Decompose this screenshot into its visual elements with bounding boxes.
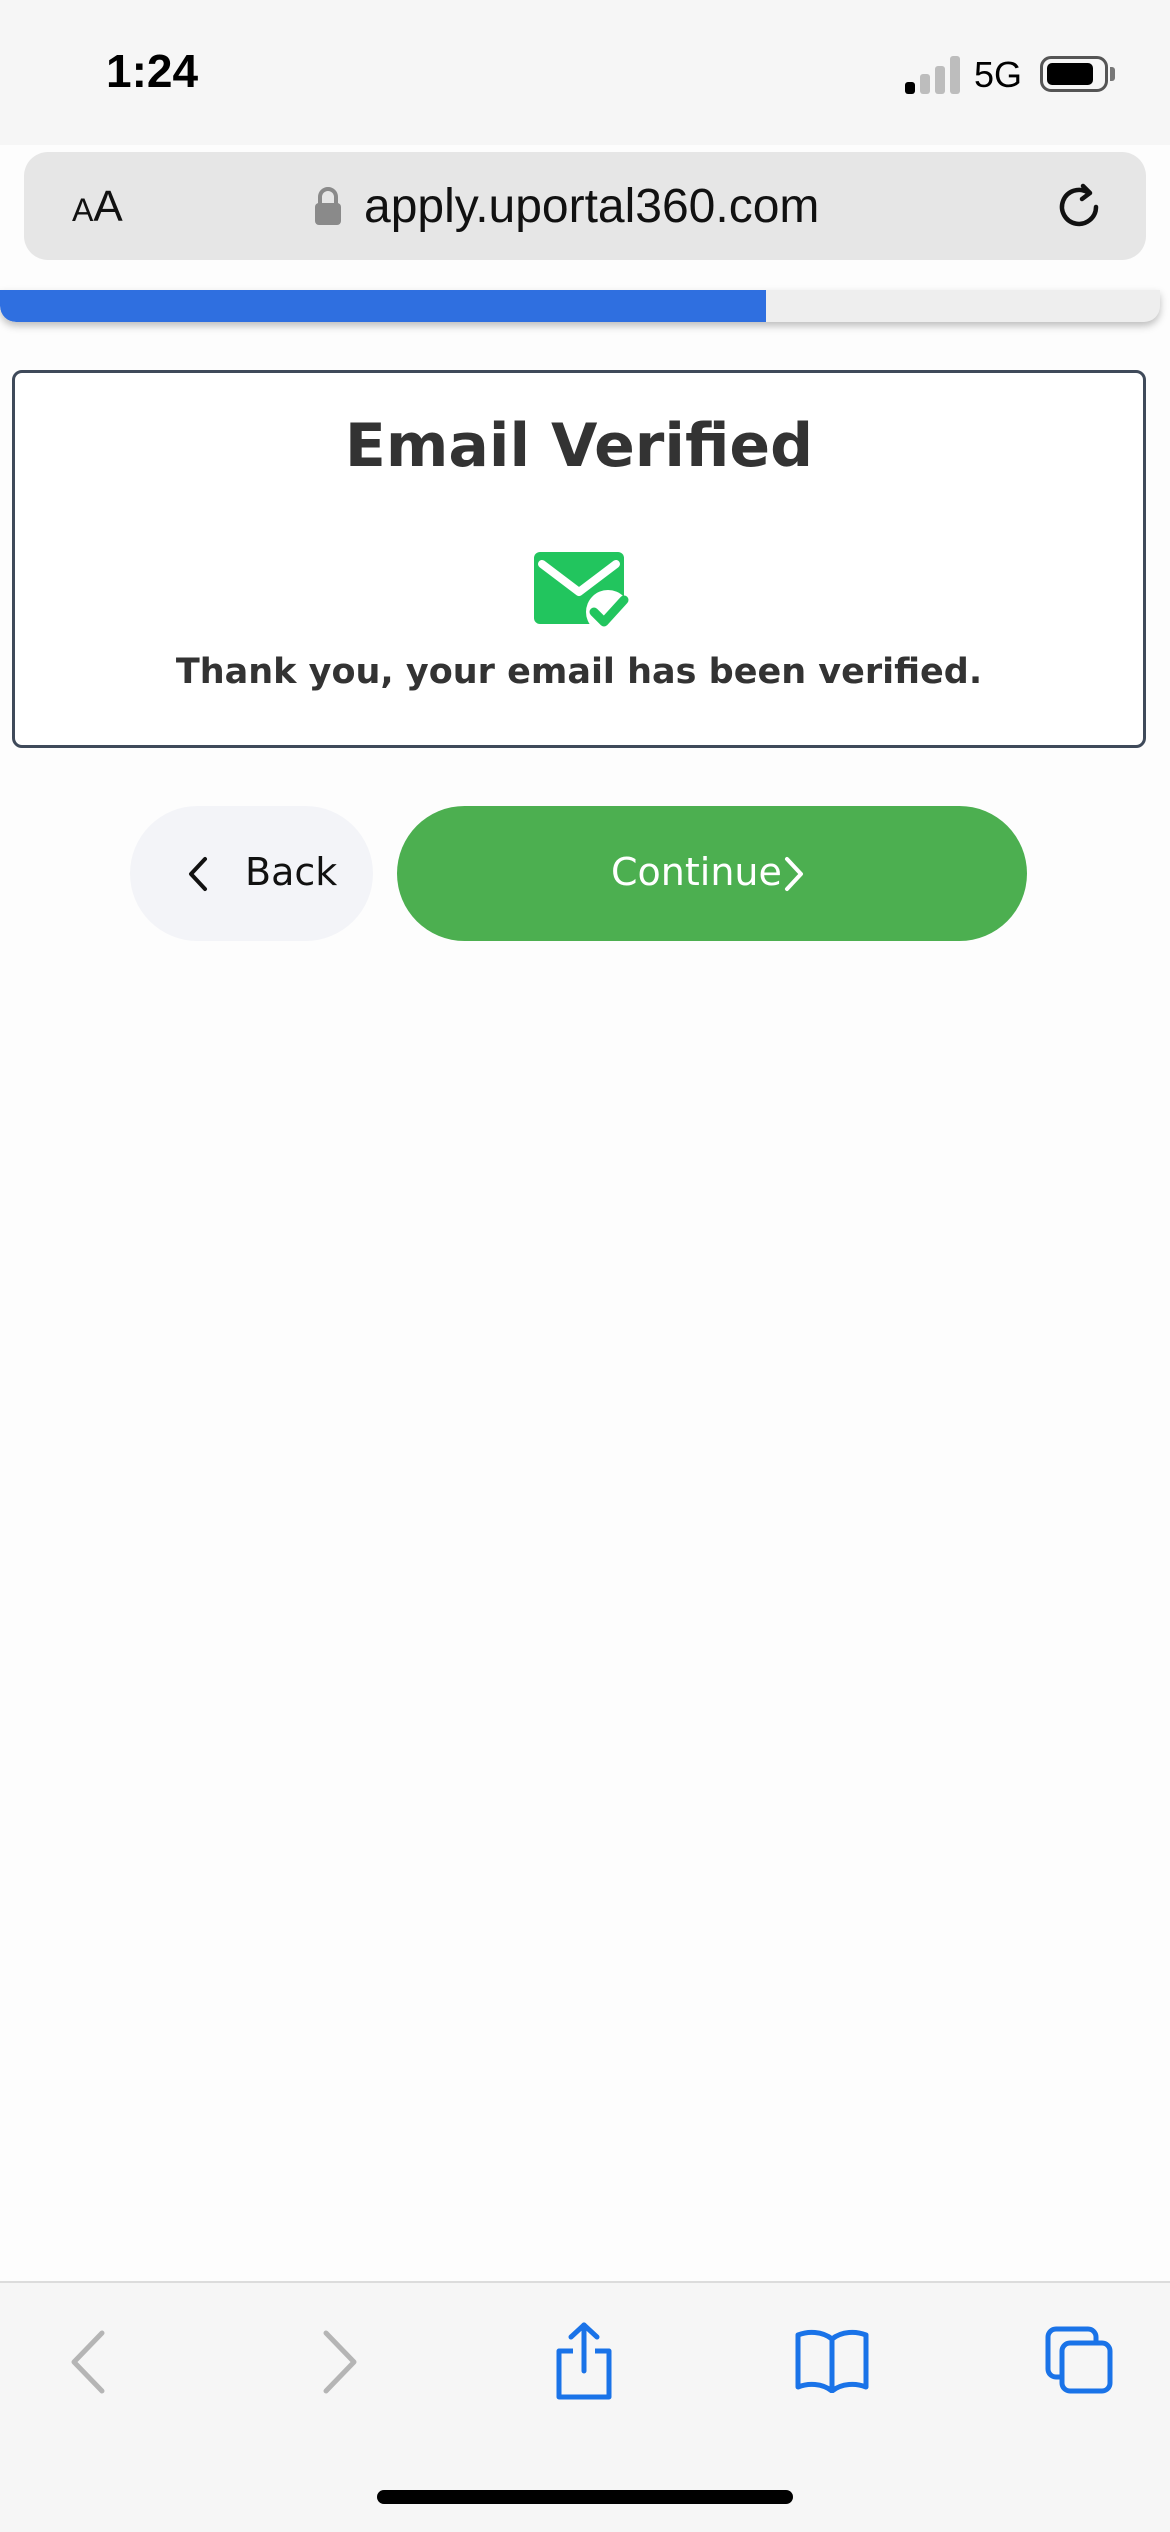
text-size-small-label: A [72, 192, 94, 228]
home-indicator [377, 2490, 793, 2504]
bookmarks-icon[interactable] [794, 2327, 870, 2393]
status-time: 1:24 [106, 45, 199, 97]
battery-tip [1110, 67, 1115, 81]
network-type: 5G [974, 54, 1023, 95]
continue-button-label: Continue [611, 850, 782, 894]
status-bar: 1:24 5G [0, 0, 1170, 145]
back-arrow-icon[interactable] [66, 2327, 110, 2397]
text-size-large-label: A [93, 182, 123, 231]
verification-card: Email Verified Thank you, your email has… [12, 370, 1146, 748]
progress-bar [0, 290, 1160, 322]
chevron-right-icon [785, 857, 803, 891]
text-size-button[interactable]: AA [72, 182, 123, 232]
reload-icon[interactable] [1052, 180, 1106, 234]
progress-fill [0, 290, 766, 322]
battery-icon [1040, 56, 1108, 92]
address-bar[interactable]: AA apply.uportal360.com [24, 152, 1146, 260]
url-text[interactable]: apply.uportal360.com [364, 179, 819, 234]
cellular-signal-icon [905, 56, 961, 94]
tabs-icon[interactable] [1044, 2325, 1116, 2395]
continue-button[interactable]: Continue [397, 806, 1027, 941]
forward-arrow-icon[interactable] [318, 2327, 362, 2397]
back-button[interactable]: Back [130, 806, 373, 941]
card-title: Email Verified [344, 411, 814, 481]
card-message: Thank you, your email has been verified. [175, 652, 983, 692]
lock-icon [315, 187, 341, 225]
chevron-left-icon [189, 857, 207, 891]
back-button-label: Back [245, 850, 338, 894]
share-icon[interactable] [551, 2321, 617, 2401]
email-verified-icon [534, 552, 630, 634]
